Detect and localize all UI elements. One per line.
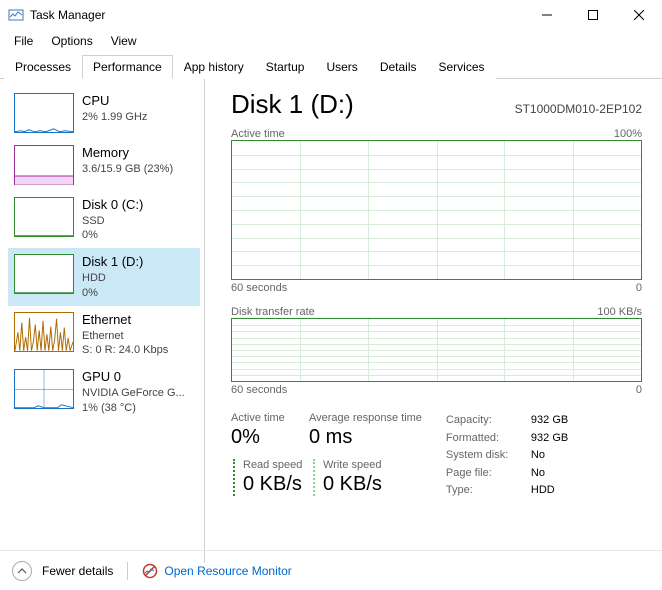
sidebar-memory-title: Memory	[82, 145, 173, 162]
tab-performance[interactable]: Performance	[82, 55, 173, 79]
chart2-xright: 0	[636, 384, 642, 396]
avg-resp-label: Average response time	[309, 412, 422, 424]
close-button[interactable]	[616, 0, 662, 30]
gpu-thumb-icon	[14, 369, 74, 409]
sidebar-disk0-pct: 0%	[82, 228, 143, 242]
tab-details[interactable]: Details	[369, 55, 428, 79]
prop-capacity-k: Capacity:	[446, 412, 531, 430]
detail-model: ST1000DM010-2EP102	[515, 102, 642, 116]
chart1-xright: 0	[636, 282, 642, 294]
memory-thumb-icon	[14, 145, 74, 185]
chart1-xleft: 60 seconds	[231, 282, 287, 294]
sidebar: CPU 2% 1.99 GHz Memory 3.6/15.9 GB (23%)	[0, 79, 205, 563]
detail-title: Disk 1 (D:)	[231, 89, 354, 120]
write-speed-value: 0 KB/s	[323, 473, 382, 496]
read-speed-value: 0 KB/s	[243, 473, 311, 496]
detail-pane: Disk 1 (D:) ST1000DM010-2EP102 Active ti…	[205, 79, 662, 563]
footer: Fewer details Open Resource Monitor	[0, 550, 662, 590]
prop-systemdisk-k: System disk:	[446, 447, 531, 465]
maximize-button[interactable]	[570, 0, 616, 30]
prop-pagefile-v: No	[531, 465, 545, 483]
sidebar-disk1-pct: 0%	[82, 286, 143, 300]
sidebar-disk0-type: SSD	[82, 214, 143, 228]
task-manager-icon	[8, 7, 24, 23]
sidebar-item-memory[interactable]: Memory 3.6/15.9 GB (23%)	[8, 139, 200, 191]
avg-resp-value: 0 ms	[309, 426, 422, 449]
menubar: File Options View	[0, 30, 662, 54]
minimize-button[interactable]	[524, 0, 570, 30]
sidebar-ethernet-sub2: S: 0 R: 24.0 Kbps	[82, 343, 168, 357]
active-time-label: Active time	[231, 412, 309, 424]
sidebar-item-ethernet[interactable]: Ethernet Ethernet S: 0 R: 24.0 Kbps	[8, 306, 200, 363]
titlebar: Task Manager	[0, 0, 662, 30]
tab-processes[interactable]: Processes	[4, 55, 82, 79]
sidebar-item-disk1[interactable]: Disk 1 (D:) HDD 0%	[8, 248, 200, 305]
tab-users[interactable]: Users	[315, 55, 368, 79]
prop-type-k: Type:	[446, 482, 531, 500]
prop-pagefile-k: Page file:	[446, 465, 531, 483]
chart1-max: 100%	[614, 128, 642, 140]
sidebar-gpu-sub1: NVIDIA GeForce G...	[82, 386, 185, 400]
chart1-label: Active time	[231, 128, 285, 140]
cpu-thumb-icon	[14, 93, 74, 133]
open-resource-monitor-label: Open Resource Monitor	[164, 564, 291, 578]
sidebar-gpu-title: GPU 0	[82, 369, 185, 386]
sidebar-ethernet-sub1: Ethernet	[82, 329, 168, 343]
sidebar-disk0-title: Disk 0 (C:)	[82, 197, 143, 214]
content: CPU 2% 1.99 GHz Memory 3.6/15.9 GB (23%)	[0, 79, 662, 563]
disk0-thumb-icon	[14, 197, 74, 237]
sidebar-ethernet-title: Ethernet	[82, 312, 168, 329]
sidebar-disk1-type: HDD	[82, 271, 143, 285]
disk1-thumb-icon	[14, 254, 74, 294]
prop-capacity-v: 932 GB	[531, 412, 568, 430]
sidebar-cpu-title: CPU	[82, 93, 147, 110]
sidebar-item-cpu[interactable]: CPU 2% 1.99 GHz	[8, 87, 200, 139]
write-speed-label: Write speed	[323, 459, 382, 471]
fewer-details-link[interactable]: Fewer details	[42, 564, 113, 578]
transfer-rate-chart[interactable]	[231, 318, 642, 382]
sidebar-disk1-title: Disk 1 (D:)	[82, 254, 143, 271]
sidebar-item-disk0[interactable]: Disk 0 (C:) SSD 0%	[8, 191, 200, 248]
prop-type-v: HDD	[531, 482, 555, 500]
sidebar-item-gpu[interactable]: GPU 0 NVIDIA GeForce G... 1% (38 °C)	[8, 363, 200, 420]
prop-formatted-k: Formatted:	[446, 430, 531, 448]
tab-startup[interactable]: Startup	[255, 55, 316, 79]
read-speed-label: Read speed	[243, 459, 311, 471]
prop-formatted-v: 932 GB	[531, 430, 568, 448]
tab-app-history[interactable]: App history	[173, 55, 255, 79]
footer-divider	[127, 562, 128, 580]
prop-systemdisk-v: No	[531, 447, 545, 465]
disk-properties: Capacity:932 GB Formatted:932 GB System …	[446, 412, 568, 500]
menu-view[interactable]: View	[103, 32, 145, 50]
window-controls	[524, 0, 662, 30]
sidebar-gpu-sub2: 1% (38 °C)	[82, 401, 185, 415]
metrics-row: Active time 0% Average response time 0 m…	[231, 412, 642, 500]
tabstrip: Processes Performance App history Startu…	[0, 54, 662, 79]
active-time-chart[interactable]	[231, 140, 642, 280]
menu-file[interactable]: File	[6, 32, 41, 50]
tab-services[interactable]: Services	[428, 55, 496, 79]
window-title: Task Manager	[30, 8, 105, 22]
resource-monitor-icon	[142, 563, 158, 579]
menu-options[interactable]: Options	[43, 32, 100, 50]
open-resource-monitor-link[interactable]: Open Resource Monitor	[142, 563, 291, 579]
sidebar-memory-sub: 3.6/15.9 GB (23%)	[82, 162, 173, 176]
chart2-label: Disk transfer rate	[231, 306, 315, 318]
chart2-xleft: 60 seconds	[231, 384, 287, 396]
chart2-max: 100 KB/s	[597, 306, 642, 318]
chevron-up-icon[interactable]	[12, 561, 32, 581]
sidebar-cpu-sub: 2% 1.99 GHz	[82, 110, 147, 124]
ethernet-thumb-icon	[14, 312, 74, 352]
active-time-value: 0%	[231, 426, 309, 449]
